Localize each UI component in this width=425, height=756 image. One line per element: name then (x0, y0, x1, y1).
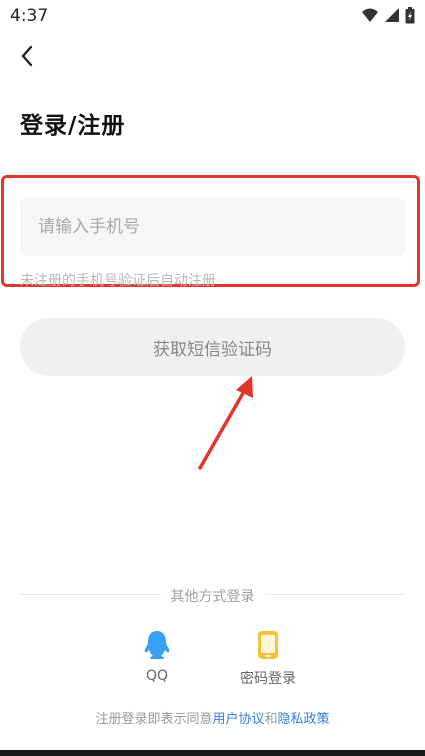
page-title: 登录/注册 (20, 113, 126, 139)
status-bar: 4:37 (0, 0, 425, 30)
get-sms-code-button[interactable]: 获取短信验证码 (20, 318, 405, 376)
bottom-bar (0, 750, 425, 756)
phone-input[interactable] (20, 198, 405, 256)
password-login-option[interactable]: 密码登录 (234, 630, 302, 688)
privacy-policy-link[interactable]: 隐私政策 (278, 712, 330, 727)
battery-icon (405, 6, 415, 23)
agreement-prefix: 注册登录即表示同意 (95, 712, 213, 727)
agreement-text: 注册登录即表示同意用户协议和隐私政策 (0, 708, 425, 727)
agreement-conjunction: 和 (264, 712, 278, 727)
phone-icon (258, 631, 278, 659)
qq-login-label: QQ (145, 668, 169, 684)
password-login-label: 密码登录 (240, 671, 296, 687)
wifi-icon (362, 8, 378, 22)
qq-icon (144, 631, 170, 659)
signal-icon (385, 8, 399, 22)
back-button[interactable] (14, 42, 42, 70)
qq-login-option[interactable]: QQ (140, 630, 174, 684)
other-methods-text: 其他方式登录 (160, 589, 265, 605)
user-agreement-link[interactable]: 用户协议 (212, 712, 264, 727)
status-icons (361, 6, 415, 24)
register-hint: 未注册的手机号验证后自动注册 (20, 273, 216, 289)
chevron-left-icon (21, 45, 33, 67)
status-time: 4:37 (10, 6, 49, 26)
annotation-arrow (198, 376, 253, 470)
other-methods-label: 其他方式登录 (0, 586, 425, 606)
